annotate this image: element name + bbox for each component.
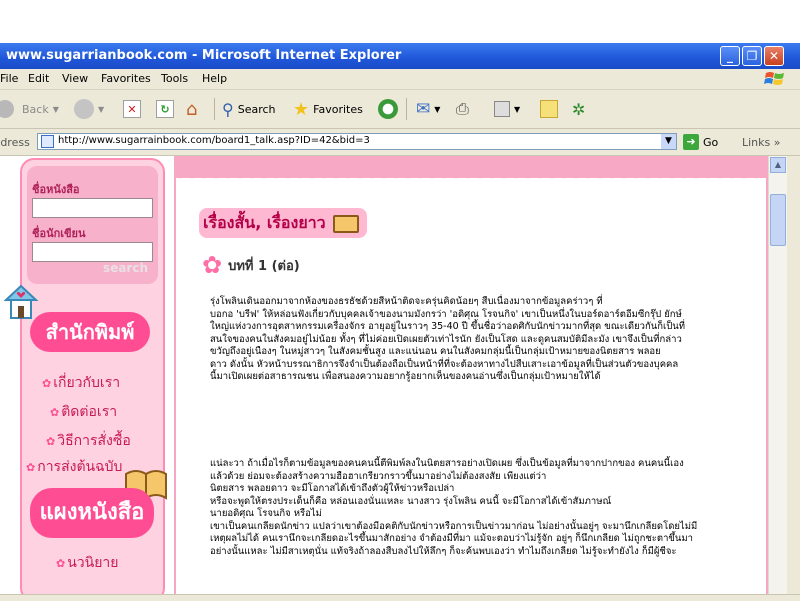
forward-button[interactable]: ▼ — [74, 97, 104, 121]
stop-button[interactable]: ✕ — [123, 97, 141, 121]
chevron-down-icon: ▼ — [52, 104, 59, 114]
category-novel-label: นวนิยาย — [67, 555, 119, 571]
nav-manuscript-label: การส่งต้นฉบับ — [37, 459, 123, 475]
discuss-button[interactable] — [540, 97, 558, 121]
mail-icon: ✉ — [416, 99, 431, 119]
favorites-button[interactable]: ★ Favorites — [293, 97, 363, 121]
menu-help[interactable]: Help — [202, 72, 227, 85]
back-button[interactable]: Back ▼ — [0, 97, 59, 121]
chevron-down-icon: ▼ — [98, 104, 105, 114]
flower-icon: ✿ — [42, 377, 52, 390]
window-titlebar[interactable]: www.sugarrianbook.com - Microsoft Intern… — [0, 43, 800, 69]
author-label: ชื่อนักเขียน — [32, 227, 86, 240]
menu-favorites[interactable]: Favorites — [101, 72, 151, 85]
links-button[interactable]: Links » — [742, 136, 781, 149]
window-title: www.sugarrianbook.com - Microsoft Intern… — [6, 48, 402, 63]
nav-how-to-order[interactable]: ✿ วิธีการสั่งซื้อ — [46, 430, 131, 452]
search-button[interactable]: ⚲ Search — [222, 97, 276, 121]
go-label: Go — [703, 135, 719, 149]
messenger-icon: ✲ — [572, 99, 586, 119]
section-heading-label: เรื่องสั้น, เรื่องยาว — [203, 213, 326, 232]
window-frame-edge — [787, 156, 800, 600]
home-button[interactable]: ⌂ — [186, 97, 197, 121]
printer-icon: ⎙ — [456, 99, 469, 118]
refresh-button[interactable]: ↻ — [156, 97, 174, 121]
home-icon: ⌂ — [186, 98, 198, 120]
nav-manuscript[interactable]: ✿ การส่งต้นฉบับ — [26, 456, 122, 478]
page-icon — [41, 135, 54, 148]
flower-icon: ✿ — [26, 461, 36, 474]
scroll-up-icon[interactable]: ▲ — [770, 157, 786, 173]
messenger-button[interactable]: ✲ — [572, 97, 585, 121]
mail-button[interactable]: ✉ ▼ — [416, 97, 440, 121]
chapter-label: บทที่ 1 (ต่อ) — [228, 258, 300, 274]
category-novel[interactable]: ✿ นวนิยาย — [56, 552, 119, 574]
nav-how-to-order-label: วิธีการสั่งซื้อ — [57, 433, 131, 449]
forward-arrow-icon — [74, 99, 94, 119]
house-icon — [3, 284, 39, 319]
page-viewport: ชื่อหนังสือ ชื่อนักเขียน search สำนักพิม… — [0, 156, 768, 600]
nav-about-label: เกี่ยวกับเรา — [53, 375, 121, 391]
back-label: Back — [22, 102, 49, 116]
search-label: Search — [237, 102, 276, 116]
history-icon — [378, 99, 398, 119]
edit-icon — [494, 101, 510, 117]
close-button[interactable]: ✕ — [764, 46, 784, 66]
scallop-border — [174, 156, 768, 184]
print-button[interactable]: ⎙ — [456, 97, 469, 121]
story-paragraph-1: รุ่งโพลินเดินออกมาจากห้องของธรธัชด้วยสีห… — [210, 296, 686, 382]
vertical-scrollbar[interactable]: ▲ — [768, 156, 787, 600]
flower-icon: ✿ — [46, 435, 56, 448]
nav-contact-label: ติดต่อเรา — [61, 404, 118, 420]
go-button[interactable]: ➜ Go — [683, 134, 718, 150]
author-input[interactable] — [32, 242, 153, 262]
search-icon: ⚲ — [222, 99, 234, 119]
note-icon — [540, 100, 558, 118]
address-label: Address — [0, 136, 30, 149]
menu-file[interactable]: File — [0, 72, 18, 85]
flower-icon: ✿ — [56, 557, 66, 570]
star-icon: ★ — [293, 98, 310, 120]
flower-icon: ✿ — [202, 251, 223, 279]
links-label: Links — [742, 136, 771, 149]
chevron-down-icon: ▼ — [434, 104, 441, 114]
minimize-button[interactable]: _ — [720, 46, 740, 66]
book-name-input[interactable] — [32, 198, 153, 218]
toolbar: Back ▼ ▼ ✕ ↻ ⌂ ⚲ Search ★ Favorites ✉ ▼ … — [0, 90, 800, 129]
book-icon — [333, 214, 360, 233]
chevron-down-icon[interactable]: ▼ — [661, 134, 676, 149]
address-input[interactable]: http://www.sugarrainbook.com/board1_talk… — [37, 133, 677, 150]
windows-logo-icon — [764, 72, 784, 85]
story-paragraph-2: แน่ละวา ถ้าเมื่อไรก็ตามข้อมูลของคนคนนี้ต… — [210, 458, 698, 557]
maximize-button[interactable]: ❐ — [742, 46, 762, 66]
section-heading: เรื่องสั้น, เรื่องยาว — [199, 208, 368, 238]
nav-contact[interactable]: ✿ ติดต่อเรา — [50, 401, 117, 423]
menu-tools[interactable]: Tools — [161, 72, 188, 85]
edit-button[interactable]: ▼ — [494, 97, 520, 121]
bookshelf-title: แผงหนังสือ — [30, 488, 154, 538]
address-bar: Address http://www.sugarrainbook.com/boa… — [0, 129, 800, 156]
flower-icon: ✿ — [50, 406, 60, 419]
back-arrow-icon — [0, 100, 14, 118]
menu-edit[interactable]: Edit — [28, 72, 49, 85]
nav-about[interactable]: ✿ เกี่ยวกับเรา — [42, 372, 120, 394]
scroll-thumb[interactable] — [770, 194, 786, 246]
sidebar: ชื่อหนังสือ ชื่อนักเขียน search สำนักพิม… — [3, 158, 167, 600]
publisher-title: สำนักพิมพ์ — [30, 312, 150, 352]
chevron-down-icon: ▼ — [514, 104, 521, 114]
favorites-label: Favorites — [313, 102, 363, 116]
chapter-title: ✿ บทที่ 1 (ต่อ) — [202, 251, 300, 279]
go-arrow-icon: ➜ — [683, 134, 699, 150]
stop-icon: ✕ — [123, 100, 141, 118]
address-url: http://www.sugarrainbook.com/board1_talk… — [58, 135, 370, 146]
book-name-label: ชื่อหนังสือ — [32, 183, 80, 196]
history-button[interactable] — [378, 97, 398, 121]
search-submit-button[interactable]: search — [103, 261, 148, 275]
menu-bar: File Edit View Favorites Tools Help — [0, 69, 800, 90]
refresh-icon: ↻ — [156, 100, 174, 118]
search-panel: ชื่อหนังสือ ชื่อนักเขียน search — [27, 166, 158, 284]
menu-view[interactable]: View — [62, 72, 88, 85]
